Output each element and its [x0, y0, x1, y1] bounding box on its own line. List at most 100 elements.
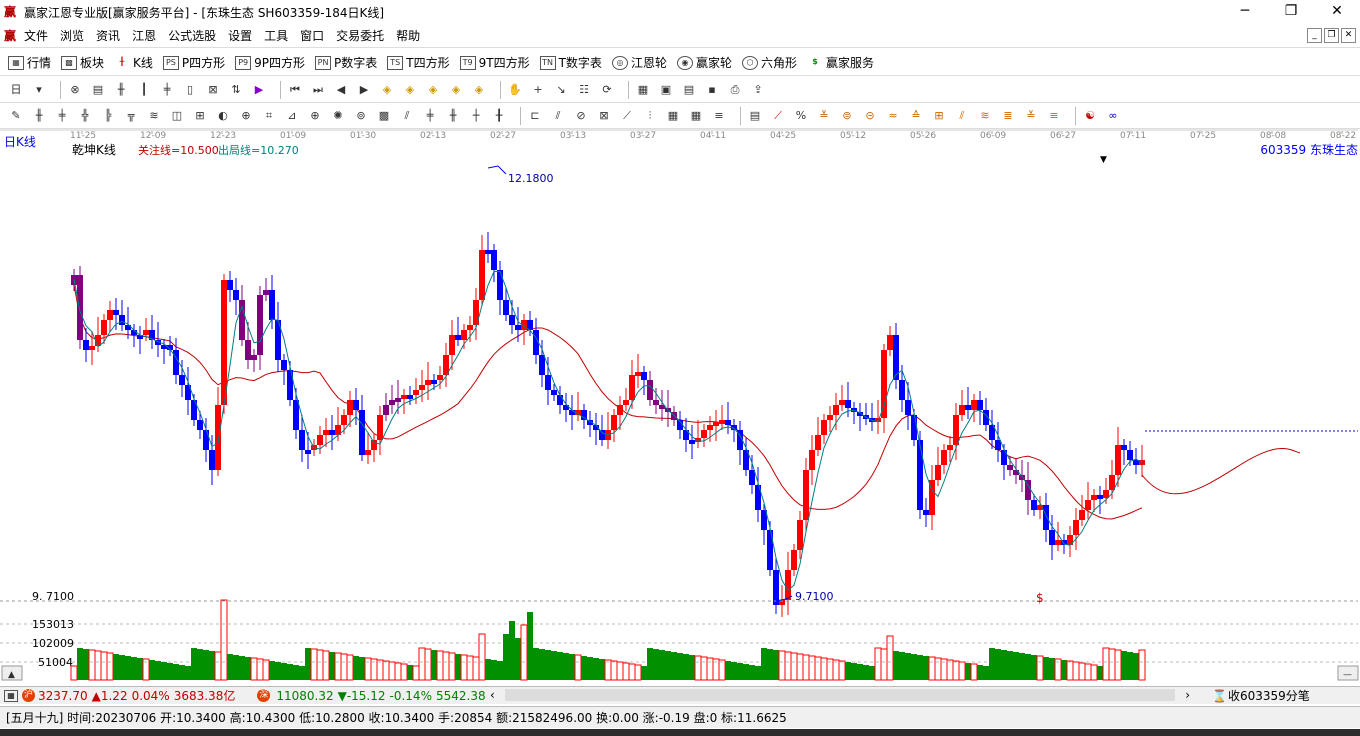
sync-icon[interactable]: ⟳ [599, 82, 615, 98]
draw-34-icon[interactable]: ⊜ [839, 108, 855, 124]
toolbar-quotes[interactable]: ▦ 行情 [8, 54, 51, 71]
line-icon[interactable]: ▯ [182, 82, 198, 98]
formula-icon[interactable]: ⊗ [67, 82, 83, 98]
pattern-icon[interactable]: ☷ [576, 82, 592, 98]
draw-6-icon[interactable]: ≋ [146, 108, 162, 124]
draw-2-icon[interactable]: ╪ [54, 108, 70, 124]
diamond-1-icon[interactable]: ◈ [379, 82, 395, 98]
table-icon[interactable]: ▦ [4, 689, 18, 702]
mdi-minimize-button[interactable]: _ [1307, 28, 1322, 43]
draw-7-icon[interactable]: ◫ [169, 108, 185, 124]
indicator-icon[interactable]: ⇅ [228, 82, 244, 98]
crosshair-icon[interactable]: + [530, 82, 546, 98]
draw-39-icon[interactable]: ⫽ [954, 108, 970, 124]
diamond-4-icon[interactable]: ◈ [448, 82, 464, 98]
next-icon[interactable]: ▶ [356, 82, 372, 98]
draw-35-icon[interactable]: ⊝ [862, 108, 878, 124]
calendar-icon[interactable]: ▦ [635, 82, 651, 98]
draw-14-icon[interactable]: ✺ [330, 108, 346, 124]
menu-browse[interactable]: 浏览 [54, 27, 90, 44]
tick-detail-label[interactable]: 收603359分笔 [1228, 687, 1310, 704]
screen-icon[interactable]: ▣ [658, 82, 674, 98]
diamond-3-icon[interactable]: ◈ [425, 82, 441, 98]
draw-12-icon[interactable]: ⊿ [284, 108, 300, 124]
scroll-track[interactable] [504, 689, 1176, 701]
scroll-left-icon[interactable]: ‹ [490, 688, 495, 702]
draw-37-icon[interactable]: ≙ [908, 108, 924, 124]
bar-icon[interactable]: ╪ [159, 82, 175, 98]
draw-32-icon[interactable]: ⟋ [770, 108, 786, 124]
period-select-icon[interactable]: 日 [8, 82, 24, 98]
draw-43-icon[interactable]: ≡ [1046, 108, 1062, 124]
toolbar-hexagon[interactable]: ⬡ 六角形 [741, 54, 797, 71]
toolbar-9t-square[interactable]: T9 9T四方形 [459, 54, 530, 71]
last-icon[interactable]: ⏭ [310, 82, 326, 98]
diamond-5-icon[interactable]: ◈ [471, 82, 487, 98]
draw-18-icon[interactable]: ╪ [422, 108, 438, 124]
toolbar-sector[interactable]: ▩ 板块 [61, 54, 104, 71]
draw-3-icon[interactable]: ╬ [77, 108, 93, 124]
color-icon[interactable]: ▶ [251, 82, 267, 98]
draw-19-icon[interactable]: ╫ [445, 108, 461, 124]
maximize-button[interactable]: ❐ [1268, 0, 1314, 24]
toolbar-service[interactable]: $ 赢家服务 [807, 54, 874, 71]
dropdown-arrow-icon[interactable]: ▾ [31, 82, 47, 98]
toolbar-t-number[interactable]: TN T数字表 [539, 54, 602, 71]
draw-9-icon[interactable]: ◐ [215, 108, 231, 124]
menu-gann[interactable]: 江恩 [126, 27, 162, 44]
draw-23-icon[interactable]: ⫽ [550, 108, 566, 124]
draw-31-icon[interactable]: ▤ [747, 108, 763, 124]
candle-icon[interactable]: ┃ [136, 82, 152, 98]
export-icon[interactable]: ⇪ [750, 82, 766, 98]
prev-icon[interactable]: ◀ [333, 82, 349, 98]
menu-help[interactable]: 帮助 [390, 27, 426, 44]
draw-8-icon[interactable]: ⊞ [192, 108, 208, 124]
bar-chart-icon[interactable]: ╫ [113, 82, 129, 98]
close-button[interactable]: ✕ [1314, 0, 1360, 24]
draw-22-icon[interactable]: ⊏ [527, 108, 543, 124]
menu-tools[interactable]: 工具 [258, 27, 294, 44]
trend-icon[interactable]: ↘ [553, 82, 569, 98]
menu-settings[interactable]: 设置 [222, 27, 258, 44]
yinyang-icon[interactable]: ☯ [1082, 108, 1098, 124]
toolbar-gann-wheel[interactable]: ◎ 江恩轮 [611, 54, 667, 71]
draw-5-icon[interactable]: ╦ [123, 108, 139, 124]
draw-29-icon[interactable]: ▦ [688, 108, 704, 124]
percent-icon[interactable]: % [793, 108, 809, 124]
toolbar-kline[interactable]: ╫ K线 [114, 54, 153, 71]
draw-30-icon[interactable]: ≡ [711, 108, 727, 124]
menu-news[interactable]: 资讯 [90, 27, 126, 44]
menu-trade[interactable]: 交易委托 [330, 27, 390, 44]
draw-36-icon[interactable]: ≈ [885, 108, 901, 124]
kline-chart[interactable]: 11-25 12-09 12-23 01-09 01-30 02-13 02-27 03-13… [0, 128, 1360, 684]
toolbar-9p-square[interactable]: P9 9P四方形 [235, 54, 305, 71]
draw-1-icon[interactable]: ╫ [31, 108, 47, 124]
draw-41-icon[interactable]: ≣ [1000, 108, 1016, 124]
toolbar-t-square[interactable]: TS T四方形 [387, 54, 450, 71]
draw-25-icon[interactable]: ⊠ [596, 108, 612, 124]
mdi-restore-button[interactable]: ❐ [1324, 28, 1339, 43]
draw-33-icon[interactable]: ≚ [816, 108, 832, 124]
draw-26-icon[interactable]: ⟋ [619, 108, 635, 124]
draw-16-icon[interactable]: ▩ [376, 108, 392, 124]
menu-formula[interactable]: 公式选股 [162, 27, 222, 44]
draw-42-icon[interactable]: ≚ [1023, 108, 1039, 124]
first-icon[interactable]: ⏮ [287, 82, 303, 98]
draw-17-icon[interactable]: ⫽ [399, 108, 415, 124]
hand-icon[interactable]: ✋ [507, 82, 523, 98]
draw-13-icon[interactable]: ⊕ [307, 108, 323, 124]
draw-15-icon[interactable]: ⊚ [353, 108, 369, 124]
toolbar-p-square[interactable]: PS P四方形 [162, 54, 225, 71]
menu-file[interactable]: 文件 [18, 27, 54, 44]
toolbar-winner-wheel[interactable]: ◉ 赢家轮 [676, 54, 732, 71]
draw-24-icon[interactable]: ⊘ [573, 108, 589, 124]
draw-11-icon[interactable]: ⌗ [261, 108, 277, 124]
save-icon[interactable]: ▪ [704, 82, 720, 98]
draw-38-icon[interactable]: ⊞ [931, 108, 947, 124]
draw-21-icon[interactable]: ╂ [491, 108, 507, 124]
zoom-icon[interactable]: ⊠ [205, 82, 221, 98]
draw-27-icon[interactable]: ⫶ [642, 108, 658, 124]
infinity-icon[interactable]: ∞ [1105, 108, 1121, 124]
toolbar-p-number[interactable]: PN P数字表 [315, 54, 377, 71]
diamond-2-icon[interactable]: ◈ [402, 82, 418, 98]
